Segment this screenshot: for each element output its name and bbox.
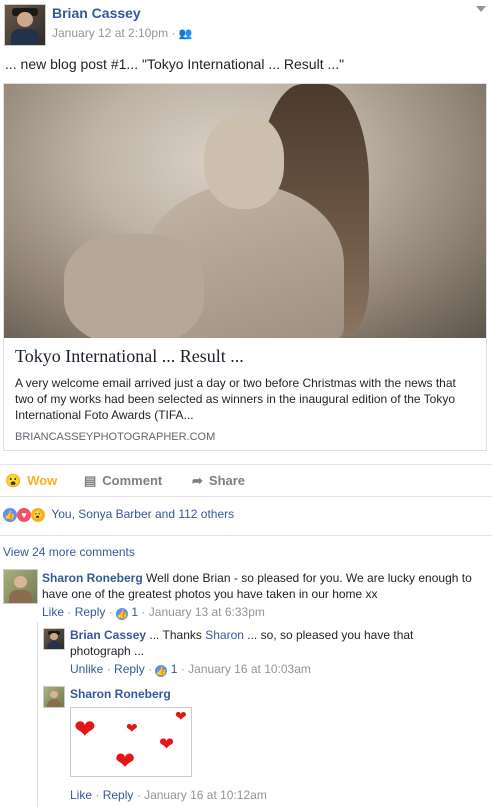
hearts-sticker[interactable]: ❤ ❤ ❤ ❤ ❤ — [70, 707, 192, 777]
reply-author: Sharon Roneberg — [70, 686, 171, 702]
like-icon: 👍 — [3, 508, 17, 522]
reply-thread-line — [37, 622, 38, 807]
divider — [0, 464, 492, 465]
unlike-link[interactable]: Unlike — [70, 662, 103, 676]
separator-dot: · — [171, 26, 176, 40]
separator-dot: · — [141, 605, 146, 619]
comment-time[interactable]: January 13 at 6:33pm — [149, 605, 265, 619]
wow-label: Wow — [27, 473, 58, 488]
like-link[interactable]: Like — [70, 788, 92, 802]
comment-author[interactable]: Sharon Roneberg — [42, 571, 143, 585]
separator-dot: · — [136, 788, 141, 802]
comment-meta: Like · Reply · 👍 1 · January 13 at 6:33p… — [42, 605, 265, 620]
link-preview-card[interactable]: Tokyo International ... Result ... A ver… — [3, 83, 487, 451]
reply-time[interactable]: January 16 at 10:03am — [188, 662, 311, 676]
reactions-summary[interactable]: 👍 ♥ 😮 You, Sonya Barber and 112 others — [3, 507, 234, 522]
post-text: ... new blog post #1... "Tokyo Internati… — [5, 56, 345, 72]
heart-icon: ❤ — [159, 734, 175, 754]
reply-link[interactable]: Reply — [103, 788, 134, 802]
like-count[interactable]: 1 — [131, 605, 138, 619]
reply-meta: Like · Reply · January 16 at 10:12am — [70, 788, 267, 802]
wow-icon: 😮 — [31, 508, 45, 522]
reactions-summary-text[interactable]: You, Sonya Barber and 112 others — [51, 507, 234, 521]
comment-icon: ▤ — [84, 473, 97, 488]
reply-text-start: ... Thanks — [149, 628, 202, 642]
post-author-name[interactable]: Brian Cassey — [52, 5, 141, 21]
friends-icon[interactable]: 👥 — [179, 28, 193, 40]
post-time[interactable]: January 12 at 2:10pm — [52, 26, 168, 40]
reply-meta: Unlike · Reply · 👍 1 · January 16 at 10:… — [70, 662, 311, 677]
reply-author[interactable]: Brian Cassey — [70, 628, 146, 642]
share-button[interactable]: ➦ Share — [192, 473, 245, 489]
divider — [0, 496, 492, 497]
post-options-chevron-icon[interactable] — [476, 6, 486, 12]
reply-author-name[interactable]: Sharon Roneberg — [70, 687, 171, 701]
link-description: A very welcome email arrived just a day … — [15, 376, 456, 422]
reply-body: Brian Cassey ... Thanks Sharon ... so, s… — [70, 627, 430, 659]
heart-icon: ❤ — [115, 748, 136, 775]
share-icon: ➦ — [192, 473, 203, 488]
separator-dot: · — [148, 662, 153, 676]
comment-label: Comment — [102, 473, 163, 488]
like-icon[interactable]: 👍 — [155, 665, 168, 677]
heart-icon: ❤ — [175, 708, 187, 724]
nude-scarred-woman-photo[interactable] — [4, 84, 486, 338]
heart-icon: ❤ — [126, 720, 138, 736]
divider — [0, 535, 492, 536]
view-more-comments-link[interactable]: View 24 more comments — [3, 545, 135, 559]
post-timestamp[interactable]: January 12 at 2:10pm · 👥 — [52, 26, 192, 40]
link-title[interactable]: Tokyo International ... Result ... — [15, 346, 244, 367]
separator-dot: · — [108, 605, 113, 619]
like-icon[interactable]: 👍 — [116, 608, 129, 620]
mention-link[interactable]: Sharon — [205, 628, 244, 642]
reply-link[interactable]: Reply — [75, 605, 106, 619]
wow-reaction-button[interactable]: 😮 Wow — [5, 473, 57, 489]
love-icon: ♥ — [17, 508, 31, 522]
reply-time[interactable]: January 16 at 10:12am — [144, 788, 267, 802]
reply-author-avatar[interactable] — [43, 686, 65, 708]
comment-body: Sharon Roneberg Well done Brian - so ple… — [42, 570, 482, 602]
reply-link[interactable]: Reply — [114, 662, 145, 676]
separator-dot: · — [67, 605, 72, 619]
separator-dot: · — [106, 662, 111, 676]
like-link[interactable]: Like — [42, 605, 64, 619]
heart-icon: ❤ — [74, 714, 96, 744]
link-domain: BRIANCASSEYPHOTOGRAPHER.COM — [15, 431, 216, 443]
separator-dot: · — [95, 788, 100, 802]
reply-author-avatar[interactable] — [43, 628, 65, 650]
like-count[interactable]: 1 — [171, 662, 178, 676]
comment-button[interactable]: ▤ Comment — [84, 473, 162, 489]
separator-dot: · — [180, 662, 185, 676]
wow-icon: 😮 — [5, 473, 22, 488]
author-avatar[interactable] — [4, 4, 46, 46]
commenter-avatar[interactable] — [3, 569, 38, 604]
share-label: Share — [208, 473, 246, 488]
